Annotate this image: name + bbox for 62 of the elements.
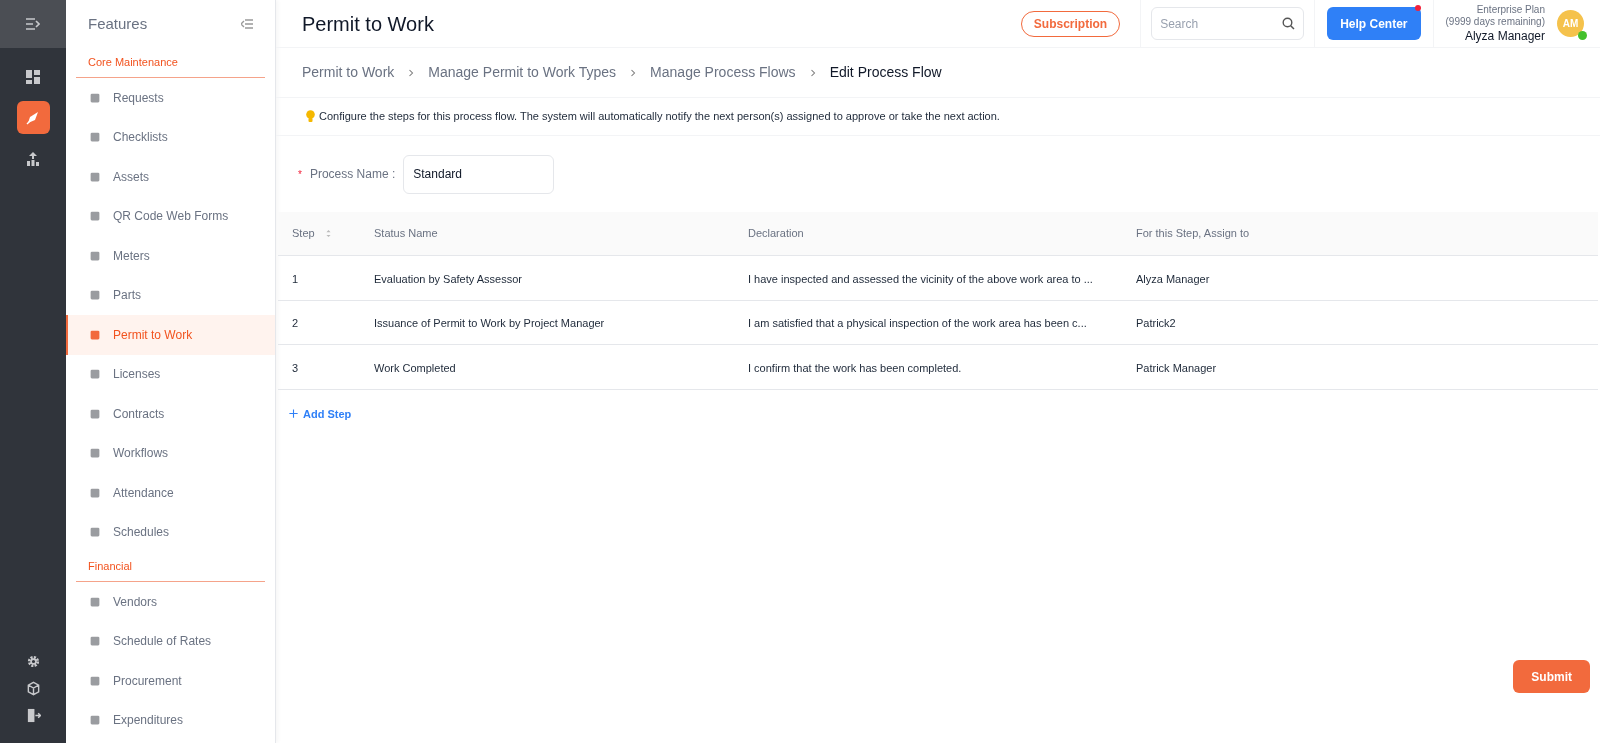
sidebar-item[interactable]: Schedule of Rates	[66, 621, 275, 661]
table-cell: 3	[292, 361, 299, 374]
column-header[interactable]: Step	[292, 225, 315, 242]
plus-icon	[288, 408, 299, 420]
table-cell: Alyza Manager	[1136, 272, 1210, 285]
column-header: For this Step, Assign to	[1136, 226, 1250, 242]
upload-chart-icon	[25, 150, 41, 167]
sidebar-item[interactable]: Assets	[66, 157, 275, 197]
sidebar-item[interactable]: Parts	[66, 275, 275, 315]
rail-button[interactable]	[16, 101, 50, 134]
table-cell: Issuance of Permit to Work by Project Manager	[374, 317, 605, 330]
sidebar-item[interactable]: QR Code Web Forms	[66, 196, 275, 236]
table-cell: Patrick2	[1136, 317, 1176, 330]
table-cell: I confirm that the work has been completed.	[748, 361, 962, 374]
collapse-icon[interactable]	[241, 19, 253, 29]
sidebar-item[interactable]: Requests	[66, 78, 275, 118]
table-cell: I am satisfied that a physical inspection of the work area has been c...	[748, 317, 1087, 330]
page-title: Permit to Work	[302, 11, 435, 37]
search-icon	[1282, 17, 1296, 30]
dashboard-icon	[25, 68, 41, 85]
sidebar-item[interactable]: Meters	[66, 236, 275, 276]
sidebar-title: Features	[88, 13, 148, 34]
sidebar-item[interactable]: Schedules	[66, 512, 275, 552]
help-center-button[interactable]: Help Center	[1327, 7, 1421, 40]
lightbulb-icon	[306, 110, 315, 123]
menu-icon[interactable]	[26, 18, 40, 30]
breadcrumb-link[interactable]: Manage Permit to Work Types	[428, 62, 617, 83]
column-header: Declaration	[748, 226, 804, 242]
cube-icon[interactable]	[25, 681, 41, 696]
table-cell: I have inspected and assessed the vicinity of the above work area to ...	[748, 272, 1093, 285]
submit-button[interactable]: Submit	[1513, 660, 1590, 693]
table-cell: Work Completed	[374, 361, 456, 374]
breadcrumb-link[interactable]: Manage Process Flows	[650, 62, 796, 83]
settings-icon[interactable]	[25, 654, 41, 669]
table-cell: Evaluation by Safety Assessor	[374, 272, 522, 285]
add-step-button[interactable]: Add Step	[288, 405, 352, 422]
sidebar-item[interactable]: Contracts	[66, 394, 275, 434]
exit-icon[interactable]	[25, 708, 41, 723]
plan-days: (9999 days remaining)	[1445, 16, 1545, 29]
required-mark: *	[298, 167, 302, 182]
breadcrumb-current: Edit Process Flow	[829, 63, 942, 82]
table-cell: Patrick Manager	[1136, 361, 1217, 374]
sidebar-item[interactable]: Expenditures	[66, 700, 275, 740]
breadcrumb-link[interactable]: Permit to Work	[302, 62, 395, 83]
sidebar-item[interactable]: Attendance	[66, 473, 275, 513]
process-name-field[interactable]: Standard	[403, 154, 555, 194]
sidebar-item[interactable]: Permit to Work	[66, 315, 275, 355]
sidebar-item[interactable]: Workflows	[66, 433, 275, 473]
sidebar-item[interactable]: Procurement	[66, 661, 275, 701]
table-cell: 2	[292, 317, 299, 330]
section-heading: Financial	[88, 559, 133, 575]
section-heading: Core Maintenance	[88, 55, 178, 71]
sidebar-item[interactable]: Licenses	[66, 354, 275, 394]
sidebar-item[interactable]: Vendors	[66, 582, 275, 622]
field-label: Process Name :	[309, 166, 396, 183]
table-cell: 1	[292, 272, 299, 285]
sidebar-item[interactable]: Checklists	[66, 117, 275, 157]
search-field[interactable]: Search	[1151, 7, 1305, 40]
column-header: Status Name	[374, 226, 438, 242]
notice-text: Configure the steps for this process flow. The system will automatically notify the next person(s) assigned to approve or take the next action.	[319, 109, 1000, 125]
user-name: Alyza Manager	[1464, 28, 1545, 44]
plan-name: Enterprise Plan	[1476, 3, 1545, 16]
